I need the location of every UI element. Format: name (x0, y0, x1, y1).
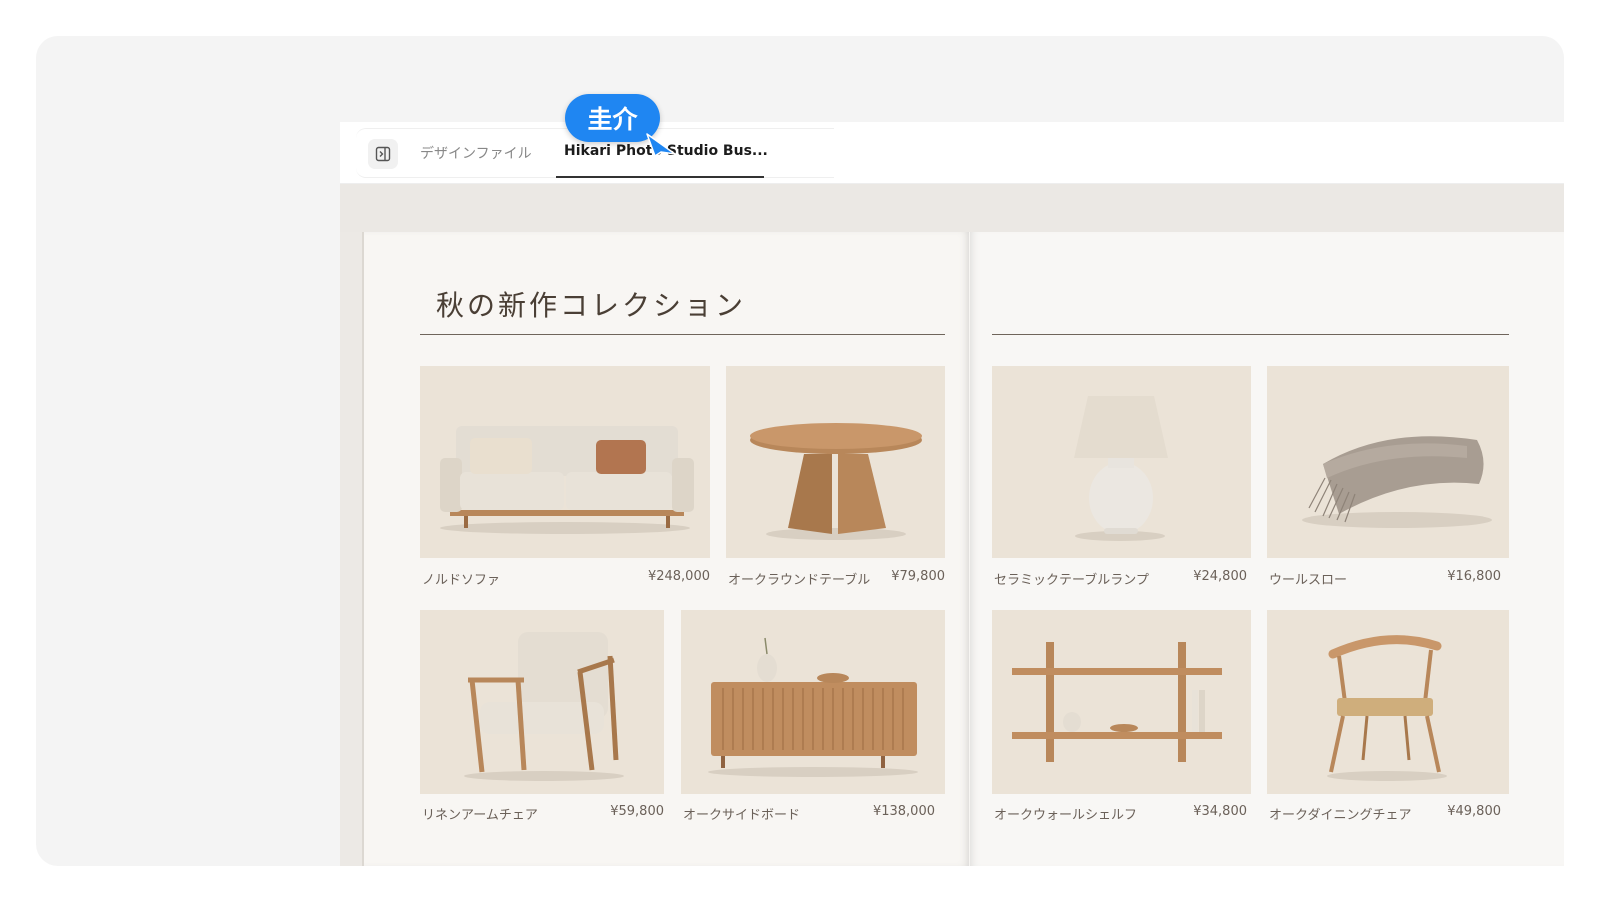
round-table-icon (750, 423, 922, 540)
product-card[interactable]: セラミックテーブルランプ ¥24,800 (992, 366, 1251, 596)
product-price: ¥138,000 (872, 804, 935, 819)
catalog-title: 秋の新作コレクション (436, 289, 747, 322)
product-card[interactable]: ウールスロー ¥16,800 (1267, 366, 1509, 596)
cursor-arrow-icon (646, 133, 676, 157)
product-photo (681, 610, 945, 794)
document-toolbar-area (340, 184, 1564, 232)
active-tab-indicator (556, 176, 764, 178)
product-card[interactable]: オークウォールシェルフ ¥34,800 (992, 610, 1251, 840)
sidebar-toggle-button[interactable] (368, 139, 398, 169)
product-name: ウールスロー (1269, 573, 1348, 588)
product-name: ノルドソファ (422, 573, 501, 588)
sideboard-icon (708, 637, 918, 777)
product-name: セラミックテーブルランプ (994, 573, 1149, 588)
wall-shelf-icon (1012, 642, 1222, 762)
sofa-icon (440, 426, 694, 534)
product-photo (1267, 610, 1509, 794)
product-price: ¥49,800 (1447, 804, 1501, 819)
dining-chair-icon (1327, 635, 1447, 781)
product-card[interactable]: オークダイニングチェア ¥49,800 (1267, 610, 1509, 840)
product-card[interactable]: オークサイドボード ¥138,000 (681, 610, 945, 840)
product-price: ¥16,800 (1447, 569, 1501, 584)
product-name: オークダイニングチェア (1269, 808, 1412, 823)
product-photo (992, 366, 1251, 558)
tab-design-files[interactable]: デザインファイル (420, 143, 532, 163)
wool-throw-icon (1302, 436, 1492, 528)
app-window: デザインファイル Hikari Photo Studio Bus... 秋の新作… (340, 122, 1564, 866)
product-photo (420, 610, 664, 794)
product-card[interactable]: オークラウンドテーブル ¥79,800 (726, 366, 945, 596)
sidebar-panel-icon (375, 146, 391, 162)
title-divider-right (992, 334, 1509, 335)
product-price: ¥59,800 (610, 804, 664, 819)
product-photo (1267, 366, 1509, 558)
product-photo (420, 366, 710, 558)
product-name: リネンアームチェア (422, 808, 538, 823)
tab-bar: デザインファイル Hikari Photo Studio Bus... (340, 122, 1564, 184)
product-price: ¥79,800 (891, 569, 945, 584)
catalog-page-right[interactable]: セラミックテーブルランプ ¥24,800 ウールスロー ¥16,800 オークウ… (970, 232, 1564, 866)
product-name: オークラウンドテーブル (728, 573, 871, 588)
armchair-icon (464, 632, 624, 781)
catalog-page-left[interactable]: 秋の新作コレクション ノルドソファ ¥248,000 オークラウンドテーブル ¥… (362, 232, 969, 866)
product-name: オークウォールシェルフ (994, 808, 1138, 823)
product-price: ¥248,000 (647, 569, 710, 584)
title-divider-left (420, 334, 945, 335)
catalog-spread: 秋の新作コレクション ノルドソファ ¥248,000 オークラウンドテーブル ¥… (362, 232, 1564, 866)
product-name: オークサイドボード (683, 808, 801, 823)
product-price: ¥34,800 (1193, 804, 1247, 819)
collaborator-cursor: 圭介 (565, 94, 685, 164)
product-photo (726, 366, 945, 558)
product-card[interactable]: ノルドソファ ¥248,000 (420, 366, 710, 596)
product-card[interactable]: リネンアームチェア ¥59,800 (420, 610, 664, 840)
table-lamp-icon (1074, 396, 1168, 541)
product-photo (992, 610, 1251, 794)
product-price: ¥24,800 (1193, 569, 1247, 584)
